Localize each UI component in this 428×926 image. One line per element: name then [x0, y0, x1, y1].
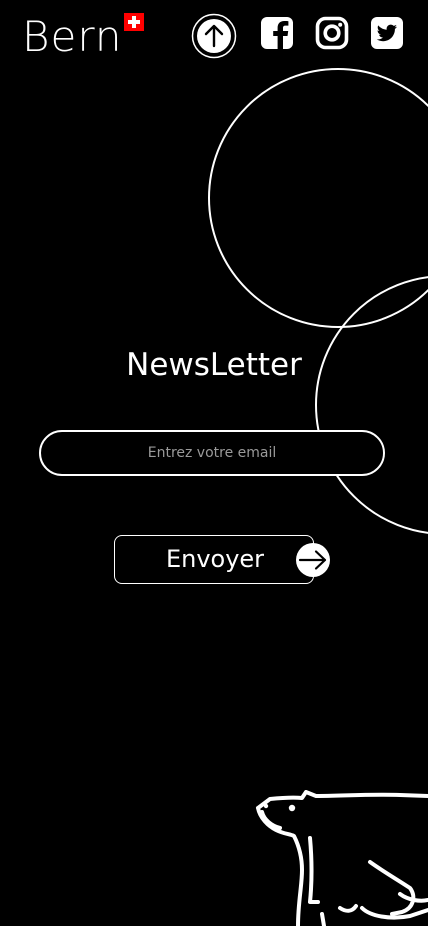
submit-button[interactable]: Envoyer: [114, 535, 314, 584]
email-field[interactable]: [39, 430, 385, 476]
logo-text: Bern: [22, 12, 123, 61]
newsletter-title: NewsLetter: [126, 347, 302, 383]
bear-outline-icon: [256, 790, 428, 926]
facebook-icon[interactable]: [260, 16, 294, 50]
instagram-icon[interactable]: [315, 16, 349, 50]
swiss-flag-icon: [124, 13, 144, 31]
submit-button-label: Envoyer: [165, 545, 265, 573]
arrow-right-icon[interactable]: [295, 542, 331, 578]
decor-circle-top: [208, 68, 428, 328]
arrow-up-circle-icon[interactable]: [191, 13, 237, 59]
twitter-icon[interactable]: [370, 16, 404, 50]
decor-circle-middle: [315, 276, 428, 534]
